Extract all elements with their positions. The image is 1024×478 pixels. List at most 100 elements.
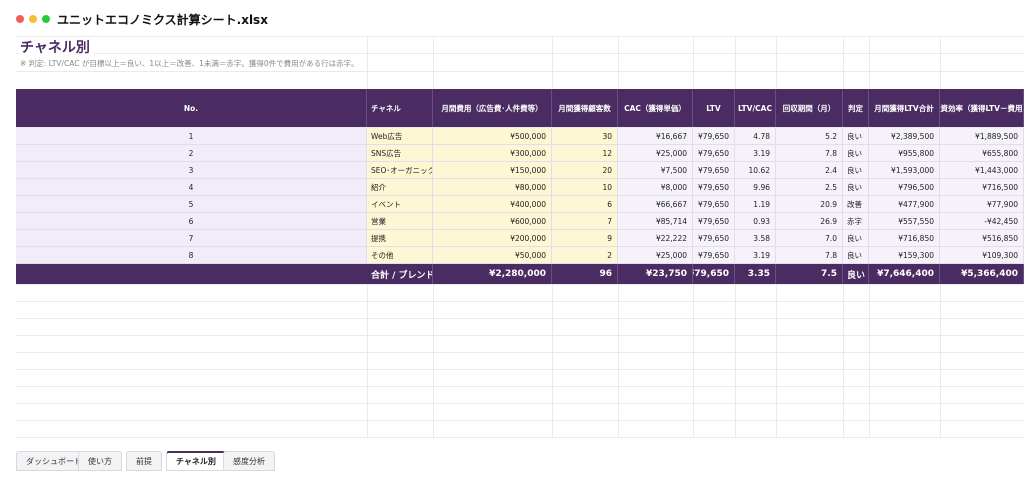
cell-cost[interactable]: ¥600,000 [433, 213, 552, 230]
cell-cost[interactable]: ¥50,000 [433, 247, 552, 264]
cell-verdict[interactable]: 良い [843, 230, 869, 247]
total-ltv[interactable]: ¥79,650 [693, 264, 735, 284]
cell-ltv-cac[interactable]: 0.93 [735, 213, 776, 230]
cell-cac[interactable]: ¥8,000 [618, 179, 693, 196]
column-header-payback[interactable]: 回収期間（月） [776, 89, 843, 127]
cell-ltv[interactable]: ¥79,650 [693, 230, 735, 247]
cell-efficiency[interactable]: ¥716,500 [940, 179, 1024, 196]
cell-no[interactable]: 8 [16, 247, 367, 264]
cell-no[interactable]: 2 [16, 145, 367, 162]
cell-channel[interactable]: Web広告 [367, 128, 433, 145]
cell-ltv-total[interactable]: ¥477,900 [869, 196, 940, 213]
sheet-tab[interactable]: チャネル別 [166, 451, 226, 471]
cell-verdict[interactable]: 良い [843, 247, 869, 264]
cell-efficiency[interactable]: ¥109,300 [940, 247, 1024, 264]
minimize-window-icon[interactable] [29, 15, 37, 23]
total-ltv-cac[interactable]: 3.35 [735, 264, 776, 284]
cell-verdict[interactable]: 良い [843, 145, 869, 162]
column-header-verdict[interactable]: 判定 [843, 89, 869, 127]
cell-ltv-total[interactable]: ¥1,593,000 [869, 162, 940, 179]
cell-customers[interactable]: 6 [552, 196, 618, 213]
column-header-ltv[interactable]: LTV [693, 89, 735, 127]
close-window-icon[interactable] [16, 15, 24, 23]
cell-customers[interactable]: 20 [552, 162, 618, 179]
cell-no[interactable]: 3 [16, 162, 367, 179]
cell-cost[interactable]: ¥300,000 [433, 145, 552, 162]
cell-customers[interactable]: 30 [552, 128, 618, 145]
cell-payback[interactable]: 7.8 [776, 145, 843, 162]
cell-efficiency[interactable]: ¥1,889,500 [940, 128, 1024, 145]
cell-verdict[interactable]: 良い [843, 179, 869, 196]
cell-ltv-total[interactable]: ¥716,850 [869, 230, 940, 247]
cell-ltv-cac[interactable]: 9.96 [735, 179, 776, 196]
cell-ltv-total[interactable]: ¥159,300 [869, 247, 940, 264]
total-payback[interactable]: 7.5 [776, 264, 843, 284]
column-header-efficiency[interactable]: 投資効率（獲得LTV－費用） [940, 89, 1024, 127]
cell-cost[interactable]: ¥150,000 [433, 162, 552, 179]
cell-no[interactable]: 1 [16, 128, 367, 145]
column-header-cac[interactable]: CAC（獲得単価） [618, 89, 693, 127]
cell-ltv-cac[interactable]: 4.78 [735, 128, 776, 145]
cell-customers[interactable]: 2 [552, 247, 618, 264]
cell-verdict[interactable]: 良い [843, 128, 869, 145]
cell-no[interactable]: 6 [16, 213, 367, 230]
cell-payback[interactable]: 2.4 [776, 162, 843, 179]
cell-ltv-total[interactable]: ¥557,550 [869, 213, 940, 230]
cell-channel[interactable]: SNS広告 [367, 145, 433, 162]
cell-channel[interactable]: イベント [367, 196, 433, 213]
cell-ltv[interactable]: ¥79,650 [693, 247, 735, 264]
cell-payback[interactable]: 7.8 [776, 247, 843, 264]
cell-payback[interactable]: 2.5 [776, 179, 843, 196]
cell-ltv-total[interactable]: ¥955,800 [869, 145, 940, 162]
cell-ltv-cac[interactable]: 3.19 [735, 145, 776, 162]
cell-ltv-total[interactable]: ¥2,389,500 [869, 128, 940, 145]
cell-no[interactable]: 5 [16, 196, 367, 213]
maximize-window-icon[interactable] [42, 15, 50, 23]
cell-cac[interactable]: ¥7,500 [618, 162, 693, 179]
cell-cost[interactable]: ¥200,000 [433, 230, 552, 247]
cell-verdict[interactable]: 赤字 [843, 213, 869, 230]
cell-ltv[interactable]: ¥79,650 [693, 162, 735, 179]
column-header-customers[interactable]: 月間獲得顧客数 [552, 89, 618, 127]
cell-ltv[interactable]: ¥79,650 [693, 196, 735, 213]
cell-customers[interactable]: 9 [552, 230, 618, 247]
cell-efficiency[interactable]: ¥77,900 [940, 196, 1024, 213]
sheet-tab[interactable]: 使い方 [78, 451, 122, 471]
cell-payback[interactable]: 5.2 [776, 128, 843, 145]
cell-ltv-cac[interactable]: 3.58 [735, 230, 776, 247]
cell-cac[interactable]: ¥85,714 [618, 213, 693, 230]
cell-efficiency[interactable]: -¥42,450 [940, 213, 1024, 230]
total-customers[interactable]: 96 [552, 264, 618, 284]
cell-cac[interactable]: ¥22,222 [618, 230, 693, 247]
total-cac[interactable]: ¥23,750 [618, 264, 693, 284]
cell-ltv[interactable]: ¥79,650 [693, 179, 735, 196]
column-header-channel[interactable]: チャネル [367, 89, 433, 127]
total-cost[interactable]: ¥2,280,000 [433, 264, 552, 284]
sheet-tab[interactable]: 感度分析 [223, 451, 275, 471]
cell-customers[interactable]: 7 [552, 213, 618, 230]
cell-payback[interactable]: 26.9 [776, 213, 843, 230]
cell-cac[interactable]: ¥25,000 [618, 247, 693, 264]
spreadsheet-grid[interactable]: チャネル別 ※ 判定: LTV/CAC が目標以上＝良い、1以上＝改善、1未満＝… [16, 36, 1024, 438]
cell-payback[interactable]: 20.9 [776, 196, 843, 213]
cell-cac[interactable]: ¥66,667 [618, 196, 693, 213]
cell-cac[interactable]: ¥16,667 [618, 128, 693, 145]
cell-channel[interactable]: その他 [367, 247, 433, 264]
cell-ltv-total[interactable]: ¥796,500 [869, 179, 940, 196]
cell-channel[interactable]: 営業 [367, 213, 433, 230]
cell-payback[interactable]: 7.0 [776, 230, 843, 247]
cell-cac[interactable]: ¥25,000 [618, 145, 693, 162]
column-header-cost[interactable]: 月間費用（広告費･人件費等） [433, 89, 552, 127]
cell-ltv[interactable]: ¥79,650 [693, 128, 735, 145]
cell-cost[interactable]: ¥80,000 [433, 179, 552, 196]
cell-customers[interactable]: 10 [552, 179, 618, 196]
total-efficiency[interactable]: ¥5,366,400 [940, 264, 1024, 284]
cell-ltv[interactable]: ¥79,650 [693, 145, 735, 162]
cell-channel[interactable]: 提携 [367, 230, 433, 247]
cell-cost[interactable]: ¥400,000 [433, 196, 552, 213]
total-channel[interactable]: 合計 / ブレンド [367, 264, 433, 284]
cell-efficiency[interactable]: ¥655,800 [940, 145, 1024, 162]
cell-ltv-cac[interactable]: 10.62 [735, 162, 776, 179]
cell-channel[interactable]: 紹介 [367, 179, 433, 196]
cell-customers[interactable]: 12 [552, 145, 618, 162]
